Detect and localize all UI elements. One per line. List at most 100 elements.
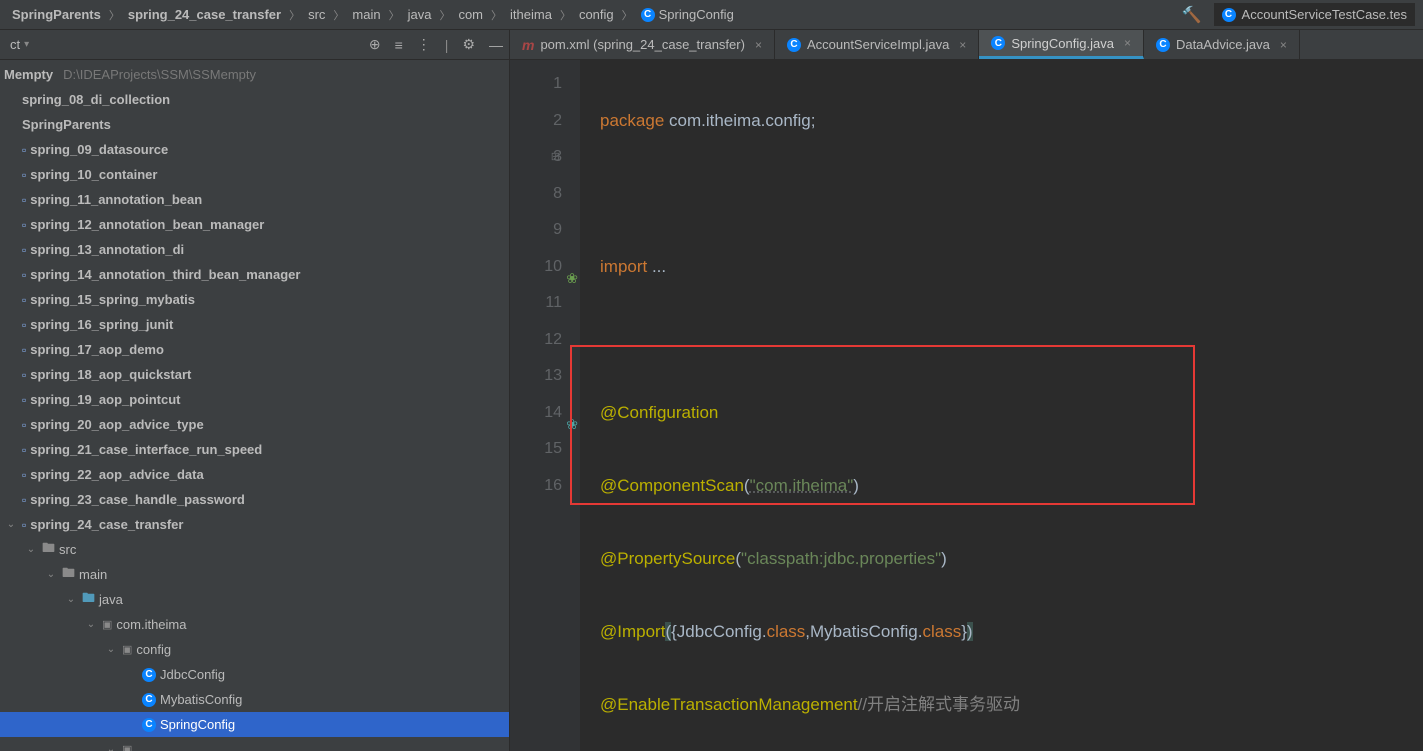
close-icon[interactable]: × (1124, 36, 1131, 50)
tree-folder-java[interactable]: ⌄🖿java (0, 587, 509, 612)
close-icon[interactable]: × (959, 38, 966, 52)
tree-folder-main[interactable]: ⌄🖿main (0, 562, 509, 587)
chevron-icon: 〉 (491, 7, 502, 23)
tree-class[interactable]: CMybatisConfig (0, 687, 509, 712)
tree-module[interactable]: ▫spring_17_aop_demo (0, 337, 509, 362)
module-icon: ▫ (22, 393, 26, 407)
chevron-icon: 〉 (333, 7, 344, 23)
tree-package-config[interactable]: ⌄▣config (0, 637, 509, 662)
tree-module-expanded[interactable]: ⌄▫spring_24_case_transfer (0, 512, 509, 537)
line-number: 9 (516, 212, 562, 249)
tree-module[interactable]: ▫spring_13_annotation_di (0, 237, 509, 262)
line-number: 16 (516, 468, 562, 505)
source-folder-icon: 🖿 (82, 589, 95, 611)
tree-root[interactable]: Mempty D:\IDEAProjects\SSM\SSMempty (0, 62, 509, 87)
crumb-7[interactable]: config (575, 5, 618, 24)
line-number: 15 (516, 431, 562, 468)
locate-icon[interactable]: ⊕ (369, 36, 381, 53)
tree-module[interactable]: ▫spring_15_spring_mybatis (0, 287, 509, 312)
hide-icon[interactable]: — (489, 37, 503, 53)
close-icon[interactable]: × (1280, 38, 1287, 52)
settings-icon[interactable]: ⚙ (462, 36, 475, 53)
project-root-label: Mempty (4, 67, 53, 82)
tree-module[interactable]: ▫spring_11_annotation_bean (0, 187, 509, 212)
module-icon: ▫ (22, 193, 26, 207)
line-number: 11 (516, 285, 562, 322)
class-icon: C (142, 718, 156, 732)
tree-package[interactable]: ⌄▣com.itheima (0, 612, 509, 637)
tree-module[interactable]: ▫spring_18_aop_quickstart (0, 362, 509, 387)
chevron-icon: 〉 (389, 7, 400, 23)
module-icon: ▫ (22, 343, 26, 357)
tree-package[interactable]: ⌄▣ (0, 737, 509, 751)
tree-module[interactable]: ▫spring_21_case_interface_run_speed (0, 437, 509, 462)
class-icon: C (641, 8, 655, 22)
module-icon: ▫ (22, 443, 26, 457)
chevron-icon: 〉 (289, 7, 300, 23)
run-config-label: AccountServiceTestCase.tes (1242, 7, 1407, 22)
gutter: 1 2 ⊞3 8 9 ❀10 11 12 13 ❀14 15 16 (510, 60, 580, 751)
code-content[interactable]: package com.itheima.config; import ... @… (580, 60, 1423, 751)
module-icon: ▫ (22, 368, 26, 382)
class-icon: C (142, 693, 156, 707)
chevron-icon: 〉 (439, 7, 450, 23)
maven-icon: m (522, 37, 534, 53)
chevron-icon: 〉 (560, 7, 571, 23)
project-root-path: D:\IDEAProjects\SSM\SSMempty (63, 67, 256, 82)
tree-module[interactable]: ▫spring_22_aop_advice_data (0, 462, 509, 487)
editor-tabs: mpom.xml (spring_24_case_transfer)× CAcc… (510, 30, 1423, 60)
collapse-all-icon[interactable]: ⋮ (417, 36, 431, 53)
crumb-5[interactable]: com (454, 5, 487, 24)
module-icon: ▫ (22, 318, 26, 332)
tree-class[interactable]: CJdbcConfig (0, 662, 509, 687)
code-editor[interactable]: 1 2 ⊞3 8 9 ❀10 11 12 13 ❀14 15 16 packag… (510, 60, 1423, 751)
crumb-1[interactable]: spring_24_case_transfer (124, 5, 285, 24)
crumb-4[interactable]: java (404, 5, 436, 24)
module-icon: ▫ (22, 268, 26, 282)
fold-plus-icon[interactable]: ⊞ (551, 139, 560, 176)
tab-dataadvice[interactable]: CDataAdvice.java× (1144, 30, 1300, 59)
folder-icon: 🖿 (62, 564, 75, 586)
top-right-tools: 🔨 C AccountServiceTestCase.tes (1182, 3, 1415, 26)
build-icon[interactable]: 🔨 (1182, 5, 1202, 25)
tree-module[interactable]: ▫spring_09_datasource (0, 137, 509, 162)
crumb-0[interactable]: SpringParents (8, 5, 105, 24)
tree-module[interactable]: ▫spring_14_annotation_third_bean_manager (0, 262, 509, 287)
project-view-selector[interactable]: ct▾ (6, 37, 29, 52)
expand-all-icon[interactable]: ≡ (395, 37, 403, 53)
tab-springconfig[interactable]: CSpringConfig.java× (979, 30, 1144, 59)
tab-pom[interactable]: mpom.xml (spring_24_case_transfer)× (510, 30, 775, 59)
package-icon: ▣ (102, 618, 112, 631)
tree-module[interactable]: ▫spring_19_aop_pointcut (0, 387, 509, 412)
crumb-6[interactable]: itheima (506, 5, 556, 24)
run-config-tab[interactable]: C AccountServiceTestCase.tes (1214, 3, 1415, 26)
spring-bean-icon[interactable]: ❀ (564, 406, 578, 420)
project-tree[interactable]: Mempty D:\IDEAProjects\SSM\SSMempty spri… (0, 60, 509, 751)
tree-module[interactable]: ▫spring_23_case_handle_password (0, 487, 509, 512)
breadcrumb-bar: SpringParents〉 spring_24_case_transfer〉 … (0, 0, 1423, 30)
module-icon: ▫ (22, 168, 26, 182)
line-number: 1 (516, 66, 562, 103)
tree-module[interactable]: ▫spring_16_spring_junit (0, 312, 509, 337)
spring-leaf-icon[interactable]: ❀ (564, 260, 578, 274)
line-number: 8 (516, 176, 562, 213)
tree-module[interactable]: SpringParents (0, 112, 509, 137)
tree-folder-src[interactable]: ⌄🖿src (0, 537, 509, 562)
tree-class-selected[interactable]: CSpringConfig (0, 712, 509, 737)
crumb-2[interactable]: src (304, 5, 329, 24)
close-icon[interactable]: × (755, 38, 762, 52)
class-icon: C (787, 38, 801, 52)
tree-module[interactable]: spring_08_di_collection (0, 87, 509, 112)
crumb-3[interactable]: main (348, 5, 384, 24)
editor-area: mpom.xml (spring_24_case_transfer)× CAcc… (510, 30, 1423, 751)
tree-module[interactable]: ▫spring_20_aop_advice_type (0, 412, 509, 437)
module-icon: ▫ (22, 293, 26, 307)
tree-module[interactable]: ▫spring_12_annotation_bean_manager (0, 212, 509, 237)
line-number: 13 (516, 358, 562, 395)
chevron-icon: 〉 (109, 7, 120, 23)
tree-module[interactable]: ▫spring_10_container (0, 162, 509, 187)
crumb-8[interactable]: CSpringConfig (637, 5, 738, 24)
breadcrumb: SpringParents〉 spring_24_case_transfer〉 … (8, 5, 738, 24)
tab-accountserviceimpl[interactable]: CAccountServiceImpl.java× (775, 30, 979, 59)
package-icon: ▣ (122, 743, 132, 751)
